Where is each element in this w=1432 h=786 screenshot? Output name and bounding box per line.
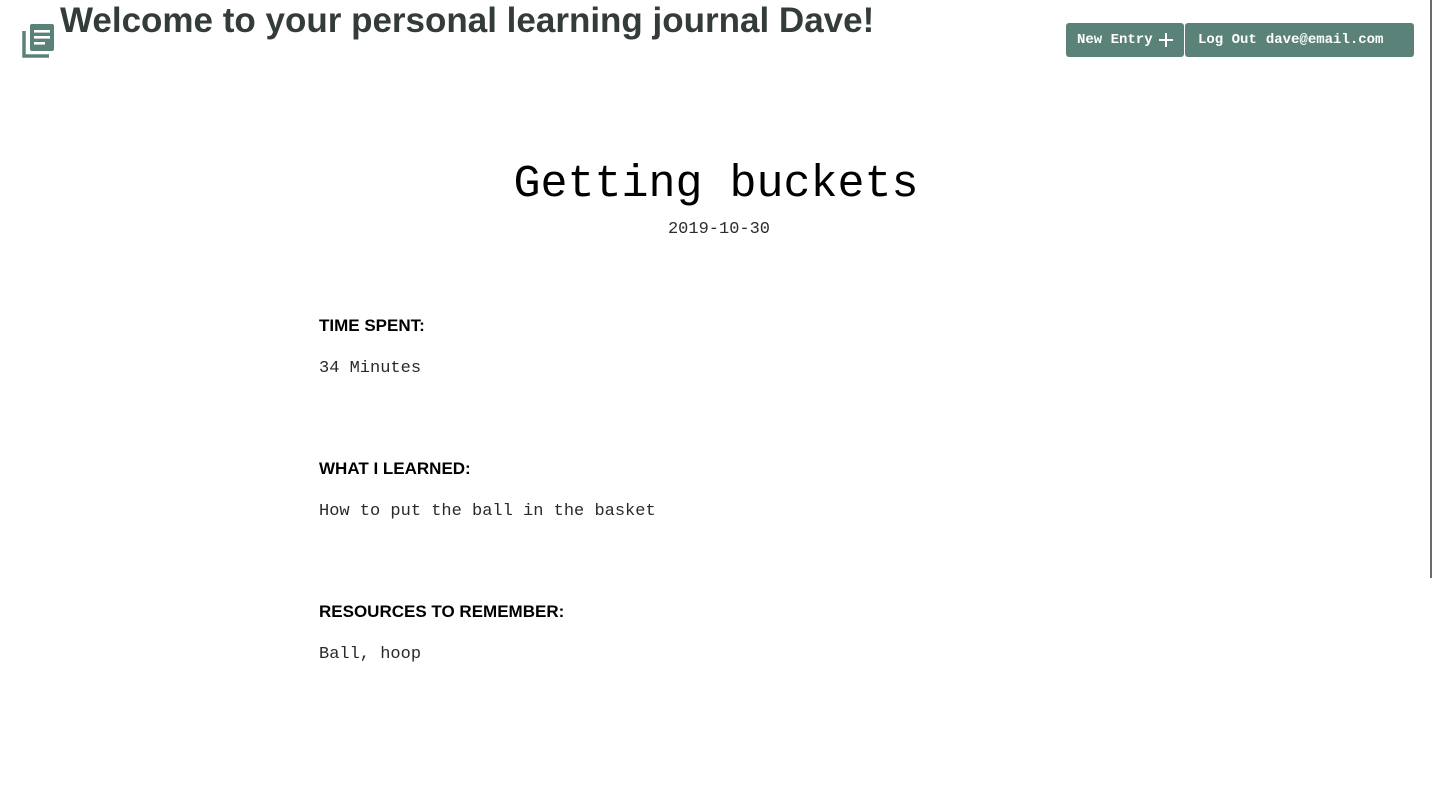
logout-label: Log Out <box>1198 32 1257 48</box>
user-email: dave@email.com <box>1265 32 1384 48</box>
section-value: How to put the ball in the basket <box>319 502 656 521</box>
logout-button[interactable]: Log Out dave@email.com <box>1185 23 1414 57</box>
section-value: 34 Minutes <box>319 359 422 378</box>
new-entry-button[interactable]: New Entry <box>1066 23 1184 57</box>
entry-date: 2019-10-30 <box>667 220 771 239</box>
section-label: RESOURCES TO REMEMBER: <box>319 602 565 621</box>
page-title: Welcome to your personal learning journa… <box>60 1 875 40</box>
section-label: TIME SPENT: <box>319 316 425 335</box>
entry-title: Getting buckets <box>513 159 919 210</box>
resources-section: RESOURCES TO REMEMBER: Ball, hoop <box>319 602 564 666</box>
section-value: Ball, hoop <box>319 645 422 664</box>
what-i-learned-section: WHAT I LEARNED: How to put the ball in t… <box>319 459 656 523</box>
section-label: WHAT I LEARNED: <box>319 459 471 478</box>
plus-icon <box>1158 33 1173 47</box>
new-entry-label: New Entry <box>1077 32 1153 48</box>
time-spent-section: TIME SPENT: 34 Minutes <box>319 316 425 380</box>
journal-icon[interactable] <box>22 22 56 58</box>
